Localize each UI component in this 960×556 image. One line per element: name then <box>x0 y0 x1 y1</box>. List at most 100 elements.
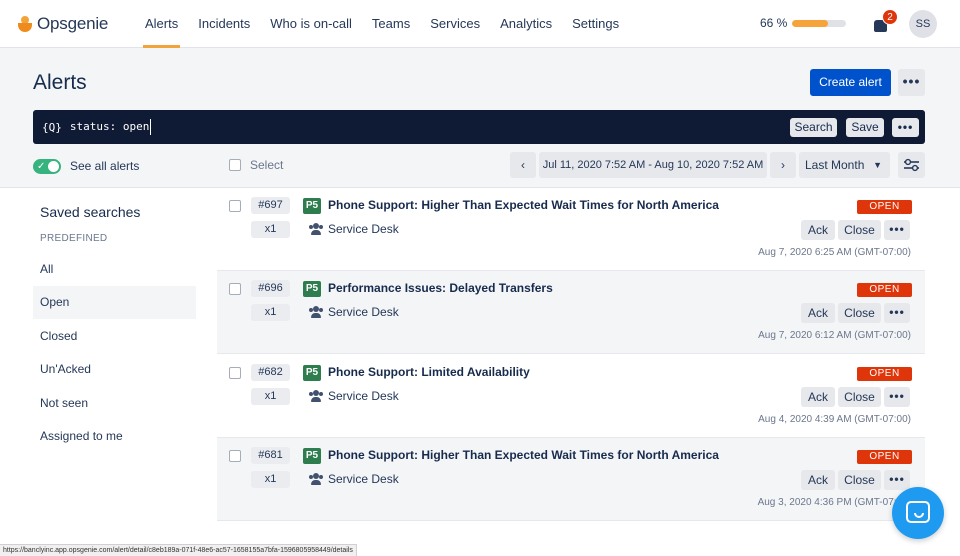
chevron-down-icon: ▼ <box>873 160 882 170</box>
create-alert-button[interactable]: Create alert <box>810 69 891 96</box>
ack-button[interactable]: Ack <box>801 303 835 323</box>
save-search-button[interactable]: Save <box>846 118 884 137</box>
alert-title[interactable]: Phone Support: Limited Availability <box>328 365 530 379</box>
date-range-picker[interactable]: Jul 11, 2020 7:52 AM - Aug 10, 2020 7:52… <box>539 152 767 178</box>
alert-number: #682 <box>251 364 290 381</box>
notifications-button[interactable]: 2 <box>874 9 898 33</box>
onboarding-progress[interactable]: 66 % <box>760 16 846 30</box>
alert-row[interactable]: #682 x1 P5 Phone Support: Limited Availa… <box>217 355 925 438</box>
status-badge: OPEN <box>857 283 912 297</box>
sidebar-item-all[interactable]: All <box>33 253 196 286</box>
sliders-icon <box>904 158 919 172</box>
search-button[interactable]: Search <box>790 118 837 137</box>
alert-more-button[interactable]: ••• <box>884 470 910 490</box>
top-nav: Opsgenie Alerts Incidents Who is on-call… <box>0 0 960 48</box>
saved-searches-title: Saved searches <box>40 204 141 220</box>
alert-checkbox[interactable] <box>229 200 241 212</box>
avatar[interactable]: SS <box>909 10 937 38</box>
previous-range-button[interactable]: ‹ <box>510 152 536 178</box>
alert-timestamp: Aug 7, 2020 6:25 AM (GMT-07:00) <box>758 247 911 258</box>
team-icon <box>309 473 323 485</box>
search-input[interactable]: status: open <box>69 119 152 135</box>
brand[interactable]: Opsgenie <box>18 14 135 34</box>
sidebar-item-assigned-to-me[interactable]: Assigned to me <box>33 420 196 453</box>
progress-fill <box>792 19 828 27</box>
status-badge: OPEN <box>857 450 912 464</box>
alert-timestamp: Aug 7, 2020 6:12 AM (GMT-07:00) <box>758 330 911 341</box>
nav-who-is-on-call[interactable]: Who is on-call <box>260 0 362 48</box>
page-title: Alerts <box>33 71 87 94</box>
close-button[interactable]: Close <box>838 303 881 323</box>
status-badge: OPEN <box>857 367 912 381</box>
sidebar-item-unacked[interactable]: Un'Acked <box>33 353 196 386</box>
alert-row[interactable]: #696 x1 P5 Performance Issues: Delayed T… <box>217 271 925 354</box>
search-bar: {Q} status: open ? Search Save ••• <box>33 110 925 144</box>
alert-team: Service Desk <box>328 472 399 486</box>
team-icon <box>309 306 323 318</box>
see-all-label: See all alerts <box>70 159 140 173</box>
alert-team: Service Desk <box>328 305 399 319</box>
alert-title[interactable]: Phone Support: Higher Than Expected Wait… <box>328 198 719 212</box>
nav-teams[interactable]: Teams <box>362 0 420 48</box>
alert-checkbox[interactable] <box>229 367 241 379</box>
alert-title[interactable]: Phone Support: Higher Than Expected Wait… <box>328 448 719 462</box>
chat-smile <box>914 513 924 518</box>
priority-badge: P5 <box>303 281 321 297</box>
alert-count: x1 <box>251 388 290 405</box>
alert-more-button[interactable]: ••• <box>884 387 910 407</box>
chat-icon <box>906 501 930 523</box>
close-button[interactable]: Close <box>838 220 881 240</box>
sidebar-item-not-seen[interactable]: Not seen <box>33 387 196 420</box>
select-all-checkbox[interactable] <box>229 159 241 171</box>
text-caret <box>150 119 152 135</box>
filter-settings-button[interactable] <box>898 152 925 178</box>
ack-button[interactable]: Ack <box>801 220 835 240</box>
see-all-toggle[interactable]: ✓ <box>33 159 61 174</box>
status-badge: OPEN <box>857 200 912 214</box>
priority-badge: P5 <box>303 448 321 464</box>
alert-row[interactable]: #681 x1 P5 Phone Support: Higher Than Ex… <box>217 438 925 521</box>
predefined-heading: PREDEFINED <box>40 233 108 244</box>
alert-number: #697 <box>251 197 290 214</box>
sidebar-item-closed[interactable]: Closed <box>33 320 196 353</box>
ack-button[interactable]: Ack <box>801 470 835 490</box>
alert-team: Service Desk <box>328 389 399 403</box>
brand-name: Opsgenie <box>37 13 109 33</box>
content-area: Saved searches PREDEFINED All Open Close… <box>0 187 960 556</box>
alert-title[interactable]: Performance Issues: Delayed Transfers <box>328 281 553 295</box>
nav-settings[interactable]: Settings <box>562 0 629 48</box>
next-range-button[interactable]: › <box>770 152 796 178</box>
period-select[interactable]: Last Month ▼ <box>799 152 890 178</box>
period-value: Last Month <box>805 158 865 172</box>
close-button[interactable]: Close <box>838 470 881 490</box>
toggle-knob <box>48 161 59 172</box>
page-more-button[interactable]: ••• <box>898 69 925 96</box>
query-icon: {Q} <box>42 120 62 134</box>
alert-more-button[interactable]: ••• <box>884 303 910 323</box>
nav-analytics[interactable]: Analytics <box>490 0 562 48</box>
ack-button[interactable]: Ack <box>801 387 835 407</box>
priority-badge: P5 <box>303 198 321 214</box>
alert-row[interactable]: #697 x1 P5 Phone Support: Higher Than Ex… <box>217 188 925 271</box>
team-icon <box>309 390 323 402</box>
search-query: status: open <box>69 120 150 133</box>
alert-checkbox[interactable] <box>229 283 241 295</box>
search-more-button[interactable]: ••• <box>892 118 919 137</box>
progress-label: 66 % <box>760 16 788 30</box>
nav-services[interactable]: Services <box>420 0 490 48</box>
alert-more-button[interactable]: ••• <box>884 220 910 240</box>
nav-incidents[interactable]: Incidents <box>188 0 260 48</box>
check-icon: ✓ <box>37 161 46 172</box>
alert-checkbox[interactable] <box>229 450 241 462</box>
alert-count: x1 <box>251 221 290 238</box>
alert-timestamp: Aug 4, 2020 4:39 AM (GMT-07:00) <box>758 414 911 425</box>
chat-launcher-button[interactable] <box>892 487 944 539</box>
select-label: Select <box>250 158 284 172</box>
sidebar-item-open[interactable]: Open <box>33 286 196 319</box>
close-button[interactable]: Close <box>838 387 881 407</box>
alert-number: #681 <box>251 447 290 464</box>
nav-alerts[interactable]: Alerts <box>135 0 188 48</box>
link-preview-url: https://banclyinc.app.opsgenie.com/alert… <box>0 544 357 556</box>
alert-timestamp: Aug 3, 2020 4:36 PM (GMT-07:00) <box>757 497 911 508</box>
alert-count: x1 <box>251 471 290 488</box>
